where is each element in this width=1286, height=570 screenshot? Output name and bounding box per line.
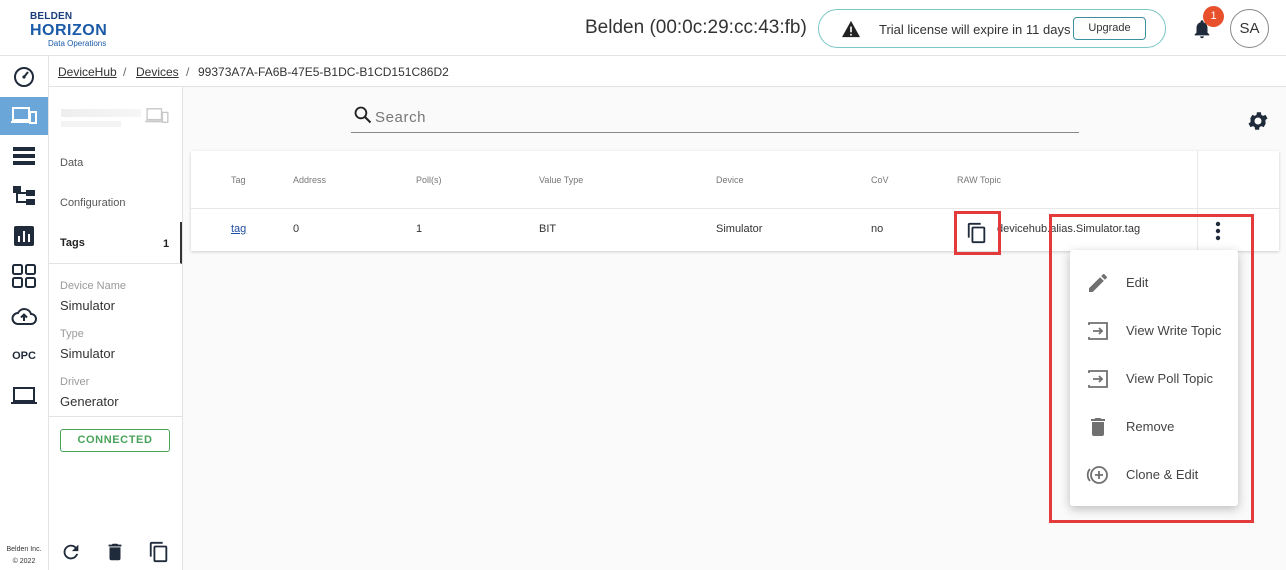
upgrade-button[interactable]: Upgrade bbox=[1073, 17, 1146, 40]
rail-apps[interactable] bbox=[0, 257, 48, 295]
search-bar bbox=[351, 101, 1079, 133]
search-input[interactable] bbox=[375, 107, 1065, 127]
rail-cloud[interactable] bbox=[0, 297, 48, 335]
copyright-year: © 2022 bbox=[12, 558, 36, 565]
column-header-cov[interactable]: CoV bbox=[871, 175, 889, 185]
apps-grid-icon bbox=[12, 264, 36, 288]
logo-product-text: HORIZON bbox=[30, 22, 108, 39]
breadcrumb-devices[interactable]: Devices bbox=[136, 65, 179, 79]
table-header-divider bbox=[191, 208, 1279, 209]
rail-laptop[interactable] bbox=[0, 377, 48, 415]
rail-dashboard[interactable] bbox=[0, 57, 48, 95]
column-header-tag[interactable]: Tag bbox=[231, 175, 246, 185]
dashboard-gauge-icon bbox=[14, 67, 34, 87]
cell-cov: no bbox=[871, 223, 884, 235]
clone-device-icon[interactable] bbox=[148, 541, 170, 563]
breadcrumb-separator: / bbox=[123, 65, 127, 79]
highlight-context-menu bbox=[1049, 214, 1254, 523]
device-name-label: Device Name bbox=[60, 280, 127, 292]
delete-device-icon[interactable] bbox=[104, 541, 126, 563]
opc-label: OPC bbox=[12, 350, 36, 362]
refresh-icon[interactable] bbox=[60, 541, 82, 563]
cell-tag-link[interactable]: tag bbox=[231, 223, 246, 235]
column-header-device[interactable]: Device bbox=[716, 175, 744, 185]
list-icon bbox=[13, 147, 35, 165]
device-type-icon bbox=[145, 108, 169, 123]
laptop-icon bbox=[11, 387, 37, 404]
settings-gear-icon[interactable] bbox=[1246, 109, 1270, 133]
column-header-poll[interactable]: Poll(s) bbox=[416, 175, 442, 185]
device-name-placeholder bbox=[61, 109, 141, 117]
warning-icon bbox=[842, 20, 860, 38]
breadcrumb-current-device: 99373A7A-FA6B-47E5-B1DC-B1CD151C86D2 bbox=[198, 65, 449, 79]
left-nav-rail: OPC Belden Inc. © 2022 bbox=[0, 56, 49, 570]
column-header-raw-topic[interactable]: RAW Topic bbox=[957, 175, 1001, 185]
connection-status-badge: CONNECTED bbox=[60, 429, 170, 452]
device-title: Belden (00:0c:29:cc:43:fb) bbox=[585, 17, 807, 38]
breadcrumb-devicehub[interactable]: DeviceHub bbox=[58, 65, 117, 79]
cell-address: 0 bbox=[293, 223, 300, 235]
highlight-copy-button bbox=[954, 211, 1001, 255]
belden-horizon-logo[interactable]: BELDEN HORIZON Data Operations bbox=[28, 8, 128, 50]
side-nav-configuration[interactable]: Configuration bbox=[60, 197, 125, 209]
driver-value: Generator bbox=[60, 394, 119, 409]
tags-count: 1 bbox=[163, 238, 170, 250]
rail-topology[interactable] bbox=[0, 177, 48, 215]
devices-icon bbox=[11, 107, 37, 124]
logo-brand-text: BELDEN bbox=[30, 11, 73, 22]
meta-divider bbox=[49, 416, 182, 417]
rail-list[interactable] bbox=[0, 137, 48, 175]
logo-tagline: Data Operations bbox=[48, 39, 107, 48]
license-message: Trial license will expire in 11 days bbox=[879, 22, 1071, 37]
cell-poll: 1 bbox=[416, 223, 423, 235]
side-nav-tags[interactable]: Tags bbox=[60, 237, 85, 249]
cloud-upload-icon bbox=[11, 308, 37, 325]
top-bar: BELDEN HORIZON Data Operations Belden (0… bbox=[0, 0, 1286, 56]
rail-devices[interactable] bbox=[0, 97, 48, 135]
rail-opc[interactable]: OPC bbox=[0, 337, 48, 375]
chart-icon bbox=[14, 226, 34, 246]
driver-label: Driver bbox=[60, 376, 90, 388]
cell-value-type: BIT bbox=[539, 223, 557, 235]
notification-count-badge: 1 bbox=[1203, 6, 1224, 27]
copyright-company: Belden Inc. bbox=[6, 546, 42, 553]
column-header-address[interactable]: Address bbox=[293, 175, 326, 185]
type-value: Simulator bbox=[60, 346, 115, 361]
cell-device: Simulator bbox=[716, 223, 763, 235]
column-header-value-type[interactable]: Value Type bbox=[539, 175, 583, 185]
user-avatar[interactable]: SA bbox=[1230, 9, 1269, 48]
device-subtitle-placeholder bbox=[61, 121, 121, 127]
breadcrumb-separator: / bbox=[186, 65, 190, 79]
topology-icon bbox=[13, 186, 35, 205]
copyright: Belden Inc. © 2022 bbox=[6, 544, 42, 568]
breadcrumb: DeviceHub / Devices / 99373A7A-FA6B-47E5… bbox=[49, 56, 1286, 87]
license-banner: Trial license will expire in 11 days Upg… bbox=[818, 9, 1166, 48]
type-label: Type bbox=[60, 328, 84, 340]
search-icon bbox=[354, 106, 372, 124]
rail-analytics[interactable] bbox=[0, 217, 48, 255]
side-nav-data[interactable]: Data bbox=[60, 157, 83, 169]
device-name-value: Simulator bbox=[60, 298, 115, 313]
device-side-panel: Data Configuration Tags 1 Device Name Si… bbox=[49, 87, 183, 570]
